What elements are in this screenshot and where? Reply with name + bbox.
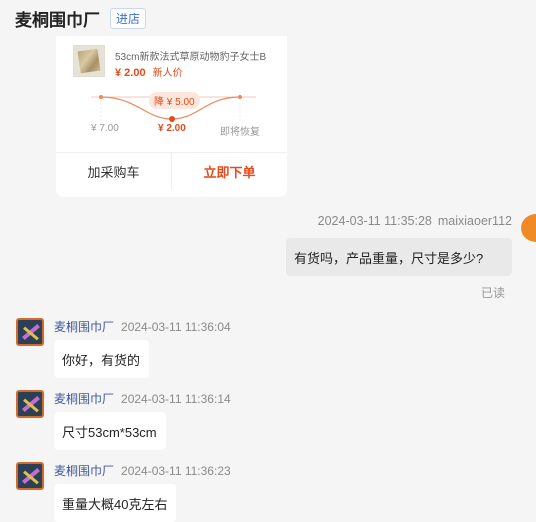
product-price-tag: 新人价: [152, 68, 183, 79]
price-point-old: [99, 95, 103, 99]
buy-now-button[interactable]: 立即下单: [172, 153, 287, 189]
graph-label-restore: 即将恢复: [220, 127, 260, 138]
shop-name: 麦桐围巾厂: [15, 10, 100, 31]
incoming-message-bubble: 你好，有货的: [54, 340, 150, 378]
shop-avatar[interactable]: [16, 462, 44, 490]
price-point-restore: [238, 95, 242, 99]
user-avatar[interactable]: [521, 214, 536, 242]
outgoing-sender: maixiaoer112: [437, 214, 512, 228]
product-price-value: ¥ 2.00: [115, 67, 146, 79]
add-to-cart-button[interactable]: 加采购车: [56, 153, 172, 189]
message-sender: 麦桐围巾厂: [54, 392, 115, 406]
message-header: 麦桐围巾厂 2024-03-11 11:36:04: [54, 318, 231, 335]
product-card-actions: 加采购车 立即下单: [56, 152, 287, 189]
message-sender: 麦桐围巾厂: [54, 320, 115, 334]
enter-shop-button[interactable]: 进店: [110, 7, 147, 29]
chat-header: 麦桐围巾厂 进店: [0, 0, 536, 36]
graph-label-current-price: ¥ 2.00: [158, 123, 186, 134]
message-header: 麦桐围巾厂 2024-03-11 11:36:14: [54, 390, 231, 407]
shop-avatar[interactable]: [16, 318, 44, 346]
read-status: 已读: [481, 286, 506, 300]
message-timestamp: 2024-03-11 11:36:23: [121, 464, 231, 478]
outgoing-timestamp: 2024-03-11 11:35:28: [317, 214, 432, 228]
message-timestamp: 2024-03-11 11:36:14: [121, 392, 231, 406]
message-sender: 麦桐围巾厂: [54, 464, 115, 478]
graph-label-old-price: ¥ 7.00: [91, 123, 119, 134]
message-timestamp: 2024-03-11 11:36:04: [121, 320, 231, 334]
product-card[interactable]: 53cm新款法式草原动物豹子女士B ¥ 2.00 新人价 降 ¥ 5.00 ¥ …: [56, 36, 287, 197]
outgoing-message-meta: 2024-03-11 11:35:28 maixiaoer112: [318, 214, 512, 228]
product-title[interactable]: 53cm新款法式草原动物豹子女士B: [115, 48, 285, 63]
price-point-now: [169, 116, 175, 122]
shop-avatar[interactable]: [16, 390, 44, 418]
incoming-message-bubble: 尺寸53cm*53cm: [54, 412, 166, 450]
price-drop-badge: 降 ¥ 5.00: [149, 92, 200, 109]
incoming-message-bubble: 重量大概40克左右: [54, 484, 177, 522]
message-header: 麦桐围巾厂 2024-03-11 11:36:23: [54, 462, 231, 479]
outgoing-message-bubble: 有货吗，产品重量，尺寸是多少?: [286, 238, 512, 276]
product-price: ¥ 2.00 新人价: [115, 64, 183, 79]
product-thumbnail[interactable]: [73, 45, 105, 77]
